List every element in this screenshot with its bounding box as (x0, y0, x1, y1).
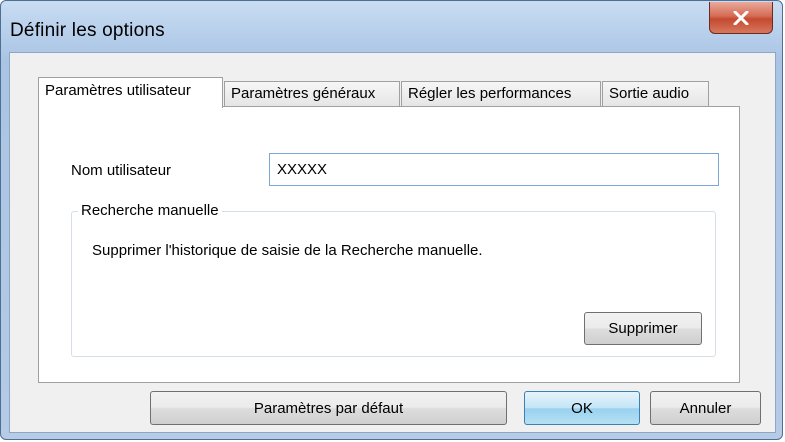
tab-label: Régler les performances (408, 85, 572, 102)
tab-label: Sortie audio (609, 85, 690, 102)
tab-general-settings[interactable]: Paramètres généraux (224, 81, 400, 107)
username-label: Nom utilisateur (71, 162, 172, 179)
default-settings-button[interactable]: Paramètres par défaut (150, 391, 507, 425)
username-input[interactable] (269, 153, 719, 186)
manual-search-group: Recherche manuelle Supprimer l'historiqu… (71, 202, 716, 357)
ok-button[interactable]: OK (524, 391, 640, 425)
window-title: Définir les options (10, 20, 165, 41)
dialog-window: Définir les options Paramètres utilisate… (0, 0, 783, 440)
tab-audio-output[interactable]: Sortie audio (602, 81, 709, 107)
cancel-button[interactable]: Annuler (650, 391, 761, 425)
tab-panel-user-settings: Nom utilisateur Recherche manuelle Suppr… (38, 106, 740, 383)
group-title: Recherche manuelle (78, 202, 222, 219)
dialog-client-area: Paramètres utilisateur Paramètres généra… (9, 52, 776, 433)
tab-user-settings[interactable]: Paramètres utilisateur (38, 77, 223, 108)
tab-label: Paramètres généraux (231, 85, 376, 102)
close-button[interactable] (709, 2, 773, 34)
delete-history-button[interactable]: Supprimer (584, 312, 702, 345)
close-x-icon (733, 10, 749, 25)
title-bar[interactable]: Définir les options (1, 1, 782, 57)
tab-performance[interactable]: Régler les performances (401, 81, 601, 107)
tab-label: Paramètres utilisateur (45, 82, 191, 99)
group-description: Supprimer l'historique de saisie de la R… (92, 242, 483, 259)
